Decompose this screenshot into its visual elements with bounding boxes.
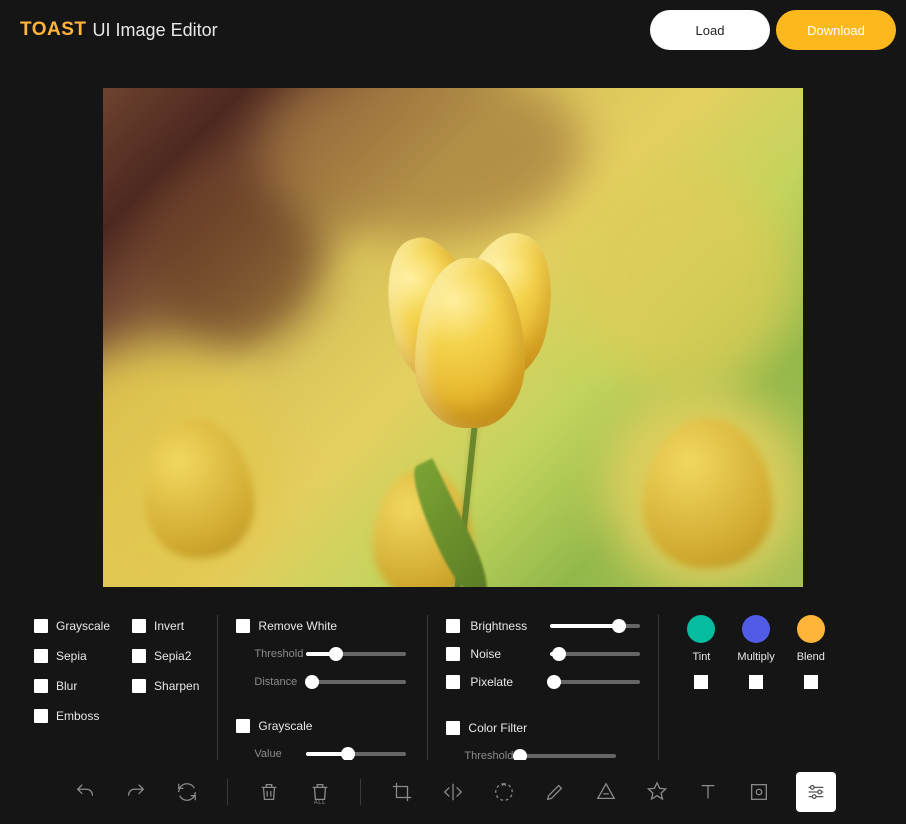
brand-name: TOAST xyxy=(20,19,87,41)
checkbox[interactable] xyxy=(34,619,48,633)
filter-grayscale2[interactable]: Grayscale xyxy=(236,715,409,737)
threshold-label: Threshold xyxy=(236,648,292,660)
checkbox[interactable] xyxy=(446,619,460,633)
checkbox[interactable] xyxy=(446,647,460,661)
tint-swatch[interactable] xyxy=(687,615,715,643)
crop-button[interactable] xyxy=(387,776,416,808)
app-title: UI Image Editor xyxy=(93,20,218,41)
filter-sharpen[interactable]: Sharpen xyxy=(132,675,199,697)
checkbox[interactable] xyxy=(236,619,250,633)
delete-button[interactable] xyxy=(254,776,283,808)
filter-sepia[interactable]: Sepia xyxy=(34,645,110,667)
filter-color-filter[interactable]: Color Filter xyxy=(446,717,640,739)
tint-column: Tint xyxy=(687,615,715,767)
blend-swatch[interactable] xyxy=(797,615,825,643)
load-button[interactable]: Load xyxy=(650,10,770,50)
filter-pixelate[interactable]: Pixelate xyxy=(446,671,640,693)
shape-button[interactable] xyxy=(592,776,621,808)
image-canvas[interactable] xyxy=(103,88,803,587)
checkbox[interactable] xyxy=(446,675,460,689)
remove-white-distance-slider[interactable] xyxy=(306,680,406,684)
filter-emboss[interactable]: Emboss xyxy=(34,705,110,727)
app-logo: TOAST UI Image Editor xyxy=(20,19,218,41)
reset-button[interactable] xyxy=(172,776,201,808)
redo-button[interactable] xyxy=(121,776,150,808)
grayscale-value-slider[interactable] xyxy=(306,752,406,756)
draw-button[interactable] xyxy=(541,776,570,808)
filter-blur[interactable]: Blur xyxy=(34,675,110,697)
checkbox[interactable] xyxy=(132,679,146,693)
checkbox[interactable] xyxy=(132,619,146,633)
tint-checkbox[interactable] xyxy=(694,675,708,689)
blend-checkbox[interactable] xyxy=(804,675,818,689)
checkbox[interactable] xyxy=(446,721,460,735)
filter-sepia2[interactable]: Sepia2 xyxy=(132,645,199,667)
remove-white-group: Remove White Threshold Distance Grayscal… xyxy=(217,615,427,767)
app-header: TOAST UI Image Editor Load Download xyxy=(0,0,906,60)
multiply-label: Multiply xyxy=(737,651,774,663)
brightness-slider[interactable] xyxy=(550,624,640,628)
color-picker-group: Tint Multiply Blend xyxy=(658,615,838,767)
checkbox[interactable] xyxy=(236,719,250,733)
blend-label: Blend xyxy=(797,651,825,663)
checkbox[interactable] xyxy=(132,649,146,663)
mask-button[interactable] xyxy=(745,776,774,808)
checkbox[interactable] xyxy=(34,649,48,663)
multiply-column: Multiply xyxy=(737,615,774,767)
blend-column: Blend xyxy=(797,615,825,767)
toolbar-separator xyxy=(360,779,361,805)
text-button[interactable] xyxy=(694,776,723,808)
distance-label: Distance xyxy=(236,676,292,688)
noise-slider[interactable] xyxy=(550,652,640,656)
filter-remove-white[interactable]: Remove White xyxy=(236,615,409,637)
multiply-checkbox[interactable] xyxy=(749,675,763,689)
checkbox[interactable] xyxy=(34,679,48,693)
filter-grayscale[interactable]: Grayscale xyxy=(34,615,110,637)
icon-button[interactable] xyxy=(643,776,672,808)
color-filter-threshold-slider[interactable] xyxy=(516,754,616,758)
multiply-swatch[interactable] xyxy=(742,615,770,643)
adjust-filters: Brightness Noise Pixelate Color Filter T… xyxy=(427,615,658,767)
canvas-area xyxy=(0,60,906,597)
filter-noise[interactable]: Noise xyxy=(446,643,640,665)
flip-button[interactable] xyxy=(438,776,467,808)
bottom-toolbar: ALL xyxy=(0,760,906,824)
pixelate-slider[interactable] xyxy=(550,680,640,684)
checkbox[interactable] xyxy=(34,709,48,723)
remove-white-threshold-slider[interactable] xyxy=(306,652,406,656)
undo-button[interactable] xyxy=(70,776,99,808)
basic-filters: Grayscale Sepia Blur Emboss Invert Sepia… xyxy=(28,615,217,767)
rotate-button[interactable] xyxy=(489,776,518,808)
value-label: Value xyxy=(236,748,292,760)
delete-all-button[interactable]: ALL xyxy=(305,776,334,808)
download-button[interactable]: Download xyxy=(776,10,896,50)
filter-brightness[interactable]: Brightness xyxy=(446,615,640,637)
filter-button[interactable] xyxy=(796,772,836,812)
filter-panel: Grayscale Sepia Blur Emboss Invert Sepia… xyxy=(0,597,906,773)
toolbar-separator xyxy=(227,779,228,805)
filter-invert[interactable]: Invert xyxy=(132,615,199,637)
header-actions: Load Download xyxy=(650,10,896,50)
tint-label: Tint xyxy=(692,651,710,663)
